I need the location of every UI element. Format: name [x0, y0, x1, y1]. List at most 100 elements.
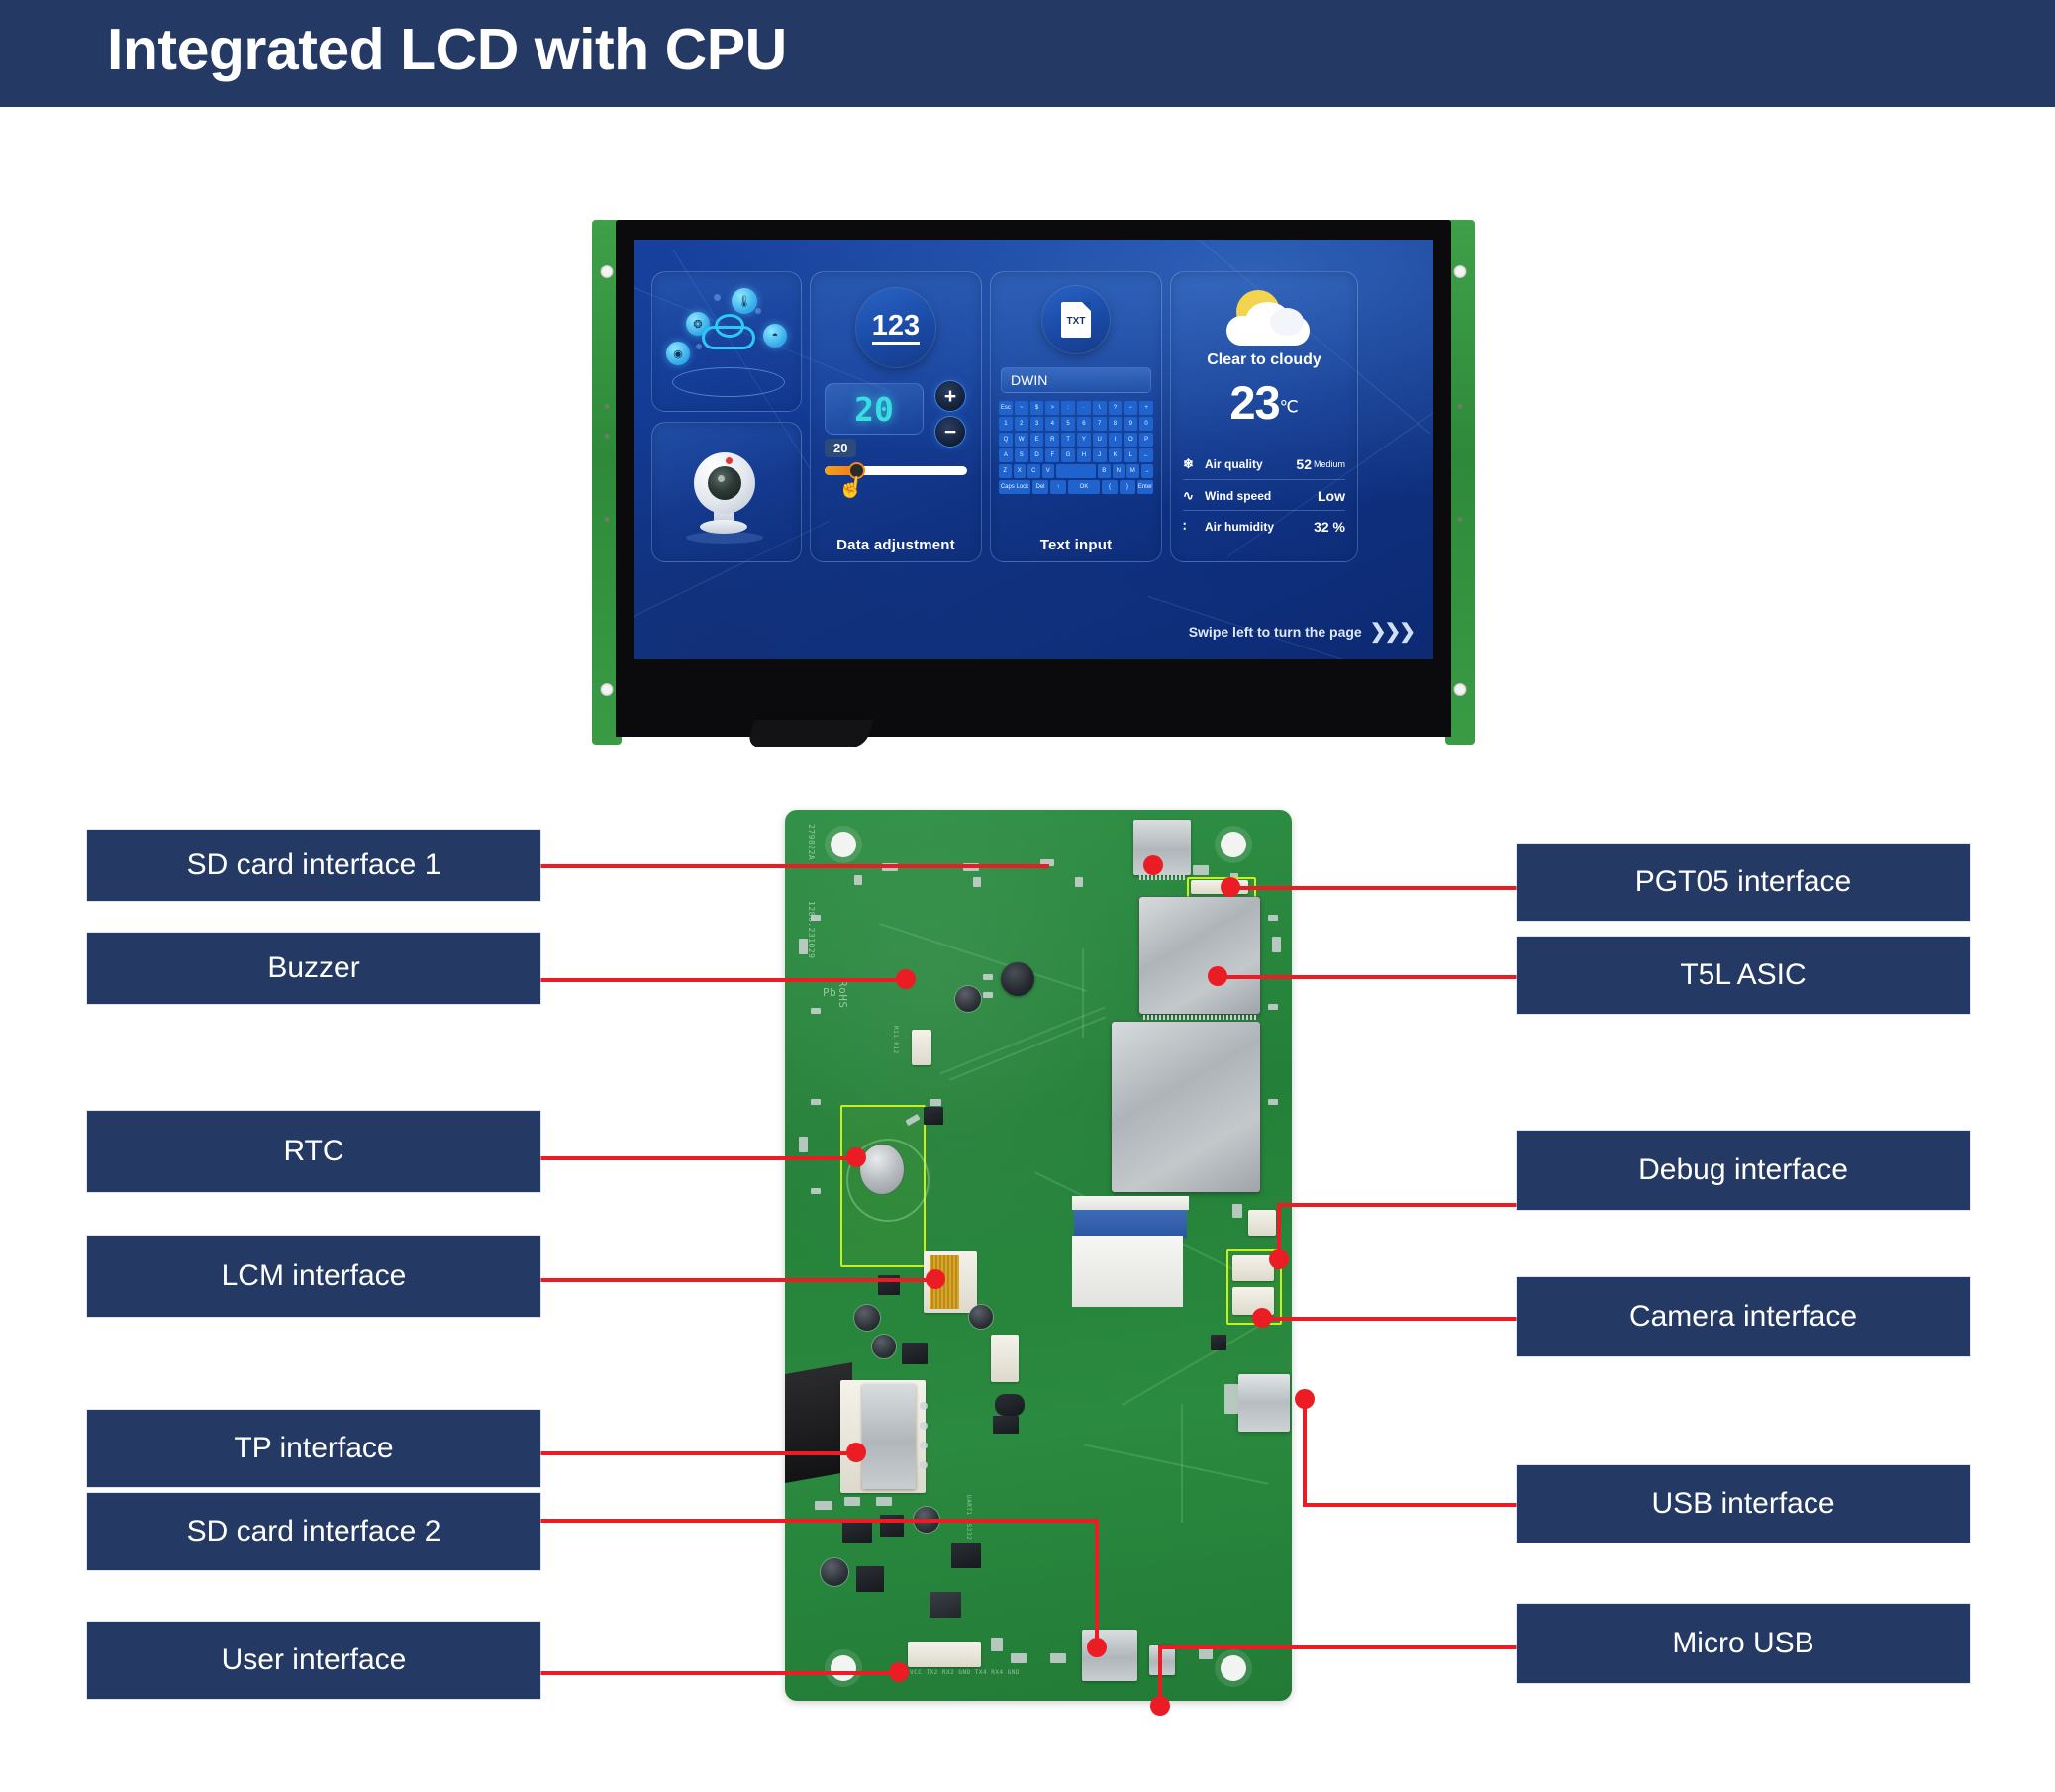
key-↑[interactable]: ↑	[1050, 480, 1066, 494]
leader-usb-vert	[1303, 1398, 1307, 1507]
key-y[interactable]: Y	[1076, 433, 1091, 447]
node-dot	[755, 308, 761, 314]
callout-sd-card-interface-2[interactable]: SD card interface 2	[87, 1493, 540, 1570]
key-7[interactable]: 7	[1092, 417, 1107, 431]
key-esc[interactable]: Esc	[999, 401, 1013, 415]
key-+[interactable]: +	[1139, 401, 1153, 415]
key-v[interactable]: V	[1041, 464, 1054, 478]
key-u[interactable]: U	[1092, 433, 1107, 447]
callout-sd-card-interface-1[interactable]: SD card interface 1	[87, 830, 540, 901]
buzzer	[1001, 962, 1034, 996]
key-{[interactable]: {	[1102, 480, 1118, 494]
key-k[interactable]: K	[1108, 448, 1123, 462]
callout-user-interface[interactable]: User interface	[87, 1622, 540, 1699]
key-~[interactable]: ~	[1014, 401, 1028, 415]
key-h[interactable]: H	[1076, 448, 1091, 462]
key-z[interactable]: Z	[999, 464, 1012, 478]
key->[interactable]: >	[1045, 401, 1060, 415]
key-?[interactable]: ?	[1108, 401, 1123, 415]
value-display-text: 20	[854, 389, 894, 429]
key-0[interactable]: 0	[1139, 417, 1153, 431]
key-n[interactable]: N	[1112, 464, 1125, 478]
key-9[interactable]: 9	[1124, 417, 1138, 431]
txt-file-button[interactable]: TXT	[1042, 286, 1110, 353]
key-q[interactable]: Q	[999, 433, 1013, 447]
callout-t5l-asic[interactable]: T5L ASIC	[1517, 937, 1970, 1014]
value-slider[interactable]	[825, 464, 967, 477]
leader-sd-card-2-vert	[1095, 1519, 1099, 1647]
panel-weather[interactable]: Clear to cloudy 23℃ ❄ Air quality 52 Med…	[1170, 271, 1358, 562]
increment-button[interactable]: +	[935, 381, 965, 411]
key-ok[interactable]: OK	[1068, 480, 1100, 494]
key-}[interactable]: }	[1120, 480, 1135, 494]
marker-camera	[1252, 1308, 1272, 1328]
key-2[interactable]: 2	[1014, 417, 1028, 431]
callout-rtc[interactable]: RTC	[87, 1111, 540, 1192]
callout-usb-interface[interactable]: USB interface	[1517, 1465, 1970, 1543]
callout-micro-usb[interactable]: Micro USB	[1517, 1604, 1970, 1683]
key-8[interactable]: 8	[1108, 417, 1123, 431]
inductor-701	[930, 1592, 961, 1618]
callout-camera-interface[interactable]: Camera interface	[1517, 1277, 1970, 1356]
key-l[interactable]: L	[1124, 448, 1138, 462]
callout-pgt05-interface[interactable]: PGT05 interface	[1517, 844, 1970, 921]
key-c[interactable]: C	[1028, 464, 1040, 478]
callout-buzzer[interactable]: Buzzer	[87, 933, 540, 1004]
key-3[interactable]: 3	[1029, 417, 1044, 431]
key-a[interactable]: A	[999, 448, 1013, 462]
smd-component	[844, 1497, 860, 1506]
numeric-display-circle[interactable]: 123	[856, 288, 935, 367]
panel-data-adjustment[interactable]: 123 20 + − 20 ☝ Data adjustment	[810, 271, 982, 562]
key-m[interactable]: M	[1126, 464, 1139, 478]
key-5[interactable]: 5	[1061, 417, 1075, 431]
key-4[interactable]: 4	[1045, 417, 1060, 431]
key-\[interactable]: \	[1092, 401, 1107, 415]
smd-component	[1268, 1004, 1278, 1010]
key-e[interactable]: E	[1029, 433, 1044, 447]
key-x[interactable]: X	[1013, 464, 1026, 478]
text-input-field[interactable]: DWIN	[1001, 367, 1151, 393]
callout-lcm-interface[interactable]: LCM interface	[87, 1236, 540, 1317]
header-bar: Integrated LCD with CPU	[0, 0, 2055, 107]
key-t[interactable]: T	[1061, 433, 1075, 447]
key-←[interactable]: ←	[1139, 448, 1153, 462]
panel-text-input[interactable]: TXT DWIN Esc ~ $ >: · \? − +1 2 3 4 5 6 7 8 9 0 Q W E R T Y U I O…	[990, 271, 1162, 562]
temperature-unit: ℃	[1279, 397, 1299, 417]
key-j[interactable]: J	[1092, 448, 1107, 462]
key-g[interactable]: G	[1061, 448, 1075, 462]
temperature-value: 23	[1229, 376, 1280, 429]
key-1[interactable]: 1	[999, 417, 1013, 431]
key-p[interactable]: P	[1139, 433, 1153, 447]
key-space[interactable]	[1056, 464, 1096, 478]
metric-label: Air quality	[1205, 456, 1263, 471]
panel-camera[interactable]	[651, 422, 802, 562]
key-s[interactable]: S	[1014, 448, 1028, 462]
key-b[interactable]: B	[1098, 464, 1111, 478]
callout-tp-interface[interactable]: TP interface	[87, 1410, 540, 1487]
key-o[interactable]: O	[1124, 433, 1138, 447]
decrement-button[interactable]: −	[935, 417, 965, 447]
key-i[interactable]: I	[1108, 433, 1123, 447]
panel-cloud-iot[interactable]: 🌡 ❂ ◓ ◉	[651, 271, 802, 412]
key-enter[interactable]: Enter	[1137, 480, 1153, 494]
key-w[interactable]: W	[1014, 433, 1028, 447]
on-screen-keyboard[interactable]: Esc ~ $ >: · \? − +1 2 3 4 5 6 7 8 9 0 Q W E R T Y U I O P A S D F G H J K…	[999, 401, 1153, 496]
camera-icon	[694, 452, 755, 514]
smd-component	[811, 915, 821, 921]
key-6[interactable]: 6	[1076, 417, 1091, 431]
key-$[interactable]: $	[1029, 401, 1044, 415]
key-f[interactable]: F	[1045, 448, 1060, 462]
key-caps-lock[interactable]: Caps Lock	[999, 480, 1030, 494]
key-→[interactable]: →	[1140, 464, 1153, 478]
key-·[interactable]: ·	[1076, 401, 1091, 415]
key-r[interactable]: R	[1045, 433, 1060, 447]
key-−[interactable]: −	[1124, 401, 1138, 415]
key-:[interactable]: :	[1061, 401, 1075, 415]
keyboard-row: Z X C V B N M →	[999, 464, 1153, 478]
callout-debug-interface[interactable]: Debug interface	[1517, 1131, 1970, 1210]
mounting-hole-icon	[600, 683, 614, 696]
key-d[interactable]: D	[1029, 448, 1044, 462]
electrolytic-capacitor	[872, 1335, 896, 1358]
leader-lcm	[539, 1278, 935, 1282]
key-del[interactable]: Del	[1032, 480, 1048, 494]
